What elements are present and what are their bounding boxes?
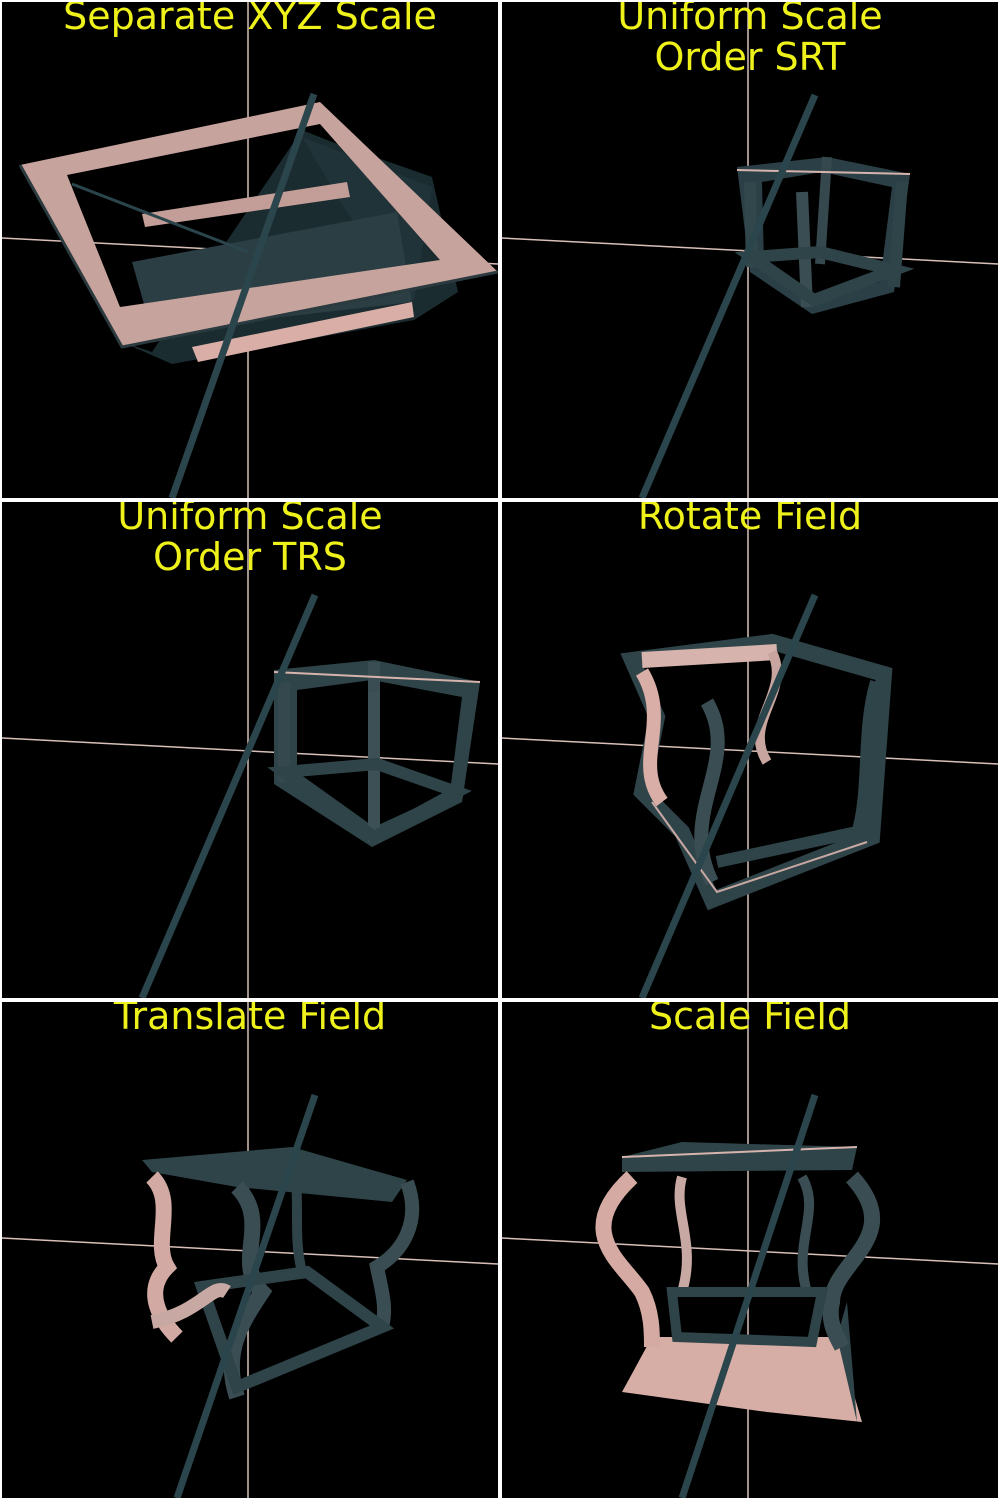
panel-title: Translate Field <box>113 1002 387 1038</box>
warped-cube-model <box>142 1147 420 1400</box>
scene-rotate-field <box>502 502 998 998</box>
panel-title: Scale Field <box>648 1002 852 1038</box>
vase-cube-model <box>595 1142 881 1422</box>
panel-title: Uniform Scale Order TRS <box>117 502 383 579</box>
viewport-rotate-field[interactable]: Rotate Field <box>502 502 998 998</box>
panel-title: Separate XYZ Scale <box>63 2 437 38</box>
flat-frame-model <box>18 102 498 364</box>
axis-lines <box>502 1002 998 1498</box>
scene-scale-field <box>502 1002 998 1498</box>
scene-separate-xyz-scale <box>2 2 498 498</box>
viewport-scale-field[interactable]: Scale Field <box>502 1002 998 1498</box>
scene-translate-field <box>2 1002 498 1498</box>
twisted-cube-model <box>620 633 893 911</box>
viewport-uniform-scale-trs[interactable]: Uniform Scale Order TRS <box>2 502 498 998</box>
viewport-separate-xyz-scale[interactable]: Separate XYZ Scale <box>2 2 498 498</box>
panel-title: Uniform Scale Order SRT <box>617 2 883 79</box>
cube-frame-model <box>734 156 915 314</box>
render-grid: Separate XYZ Scale Uniform Scale Order S… <box>0 0 1000 1500</box>
viewport-translate-field[interactable]: Translate Field <box>2 1002 498 1498</box>
viewport-uniform-scale-srt[interactable]: Uniform Scale Order SRT <box>502 2 998 498</box>
panel-title: Rotate Field <box>637 502 863 538</box>
axis-rod <box>138 593 319 998</box>
